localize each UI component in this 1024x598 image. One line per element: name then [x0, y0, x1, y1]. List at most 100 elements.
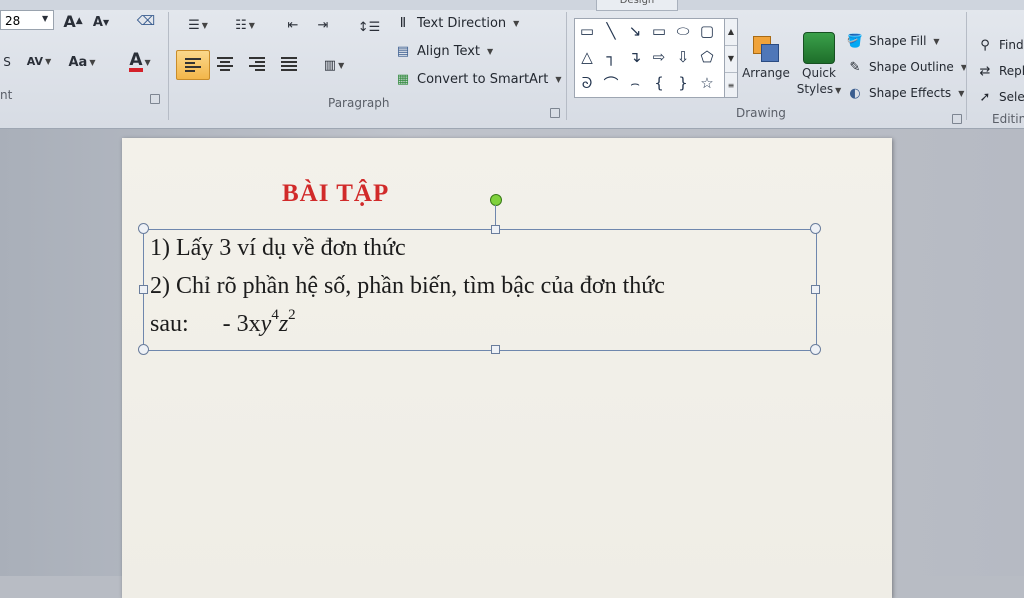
- increase-indent-button[interactable]: ⇥: [310, 14, 336, 36]
- textbox-shape-icon[interactable]: ▭: [577, 21, 597, 41]
- rotate-handle-stem: [495, 205, 496, 225]
- paint-bucket-icon: 🪣: [846, 33, 864, 49]
- shape-outline-button[interactable]: ✎ Shape Outline ▼: [846, 58, 967, 76]
- star-shape-icon[interactable]: ☆: [697, 73, 717, 93]
- chevron-down-icon: ▼: [555, 74, 562, 84]
- text-line-2[interactable]: 2) Chỉ rõ phần hệ số, phần biến, tìm bậc…: [150, 273, 665, 300]
- align-text-button[interactable]: ▤ Align Text ▼: [394, 42, 493, 60]
- replace-icon: ⇄: [979, 63, 991, 79]
- resize-handle-bottom[interactable]: [491, 345, 500, 354]
- shadow-text-button[interactable]: S: [0, 52, 14, 72]
- oval-shape-icon[interactable]: ⬭: [673, 21, 693, 41]
- quick-styles-button[interactable]: Quick Styles ▼: [796, 26, 842, 102]
- resize-handle-top-right[interactable]: [810, 223, 821, 234]
- shape-effects-button[interactable]: ◐ Shape Effects ▼: [846, 84, 964, 102]
- shape-outline-label: Shape Outline: [869, 60, 954, 74]
- character-spacing-button[interactable]: AV ▼: [22, 48, 56, 74]
- select-label: Selec: [999, 90, 1024, 104]
- cursor-icon: ➚: [979, 89, 991, 105]
- arrange-button[interactable]: Arrange: [742, 20, 790, 96]
- left-brace-shape-icon[interactable]: {: [649, 73, 669, 93]
- shape-fill-label: Shape Fill: [869, 34, 927, 48]
- right-arrow-shape-icon[interactable]: ⇨: [649, 47, 669, 67]
- shape-effects-icon: ◐: [849, 85, 861, 101]
- tab-strip: [0, 0, 1024, 10]
- chevron-down-icon[interactable]: ▼: [42, 14, 48, 23]
- rounded-rect-shape-icon[interactable]: ▢: [697, 21, 717, 41]
- resize-handle-right[interactable]: [811, 285, 820, 294]
- curve-shape-icon[interactable]: ⌒: [601, 73, 621, 93]
- replace-label: Repla: [999, 64, 1024, 78]
- scroll-down-icon[interactable]: ▼: [725, 46, 737, 73]
- tab-design[interactable]: Design: [596, 0, 678, 11]
- separator: [966, 12, 967, 120]
- styles-label: Styles: [796, 82, 834, 96]
- numbering-button[interactable]: ☷ ▼: [224, 14, 266, 36]
- line-shape-icon[interactable]: ╲: [601, 21, 621, 41]
- align-left-button[interactable]: [176, 50, 210, 80]
- text-direction-button[interactable]: Ⅱ Text Direction ▼: [394, 14, 520, 32]
- decrease-indent-button[interactable]: ⇤: [280, 14, 306, 36]
- elbow-arrow-shape-icon[interactable]: ↴: [625, 47, 645, 67]
- line3-prefix: sau:: [150, 311, 189, 337]
- columns-button[interactable]: ▥ ▼: [316, 54, 352, 76]
- ribbon: Design 28 ▼ A ▲ A ▼ ⌫ S AV ▼ Aa ▼ A ▼ nt ☰ ▼ ☷…: [0, 0, 1024, 129]
- quick-styles-icon: [803, 32, 835, 64]
- drawing-group-label: Drawing: [736, 106, 786, 120]
- elbow-connector-shape-icon[interactable]: ┐: [601, 47, 621, 67]
- align-right-button[interactable]: [244, 52, 270, 76]
- arrange-icon: [753, 36, 779, 62]
- expression-coefficient: - 3x: [222, 311, 261, 337]
- text-direction-label: Text Direction: [417, 15, 507, 31]
- expression-y: y: [260, 311, 272, 337]
- scroll-up-icon[interactable]: ▲: [725, 19, 737, 46]
- line-spacing-button[interactable]: ↕☰: [352, 14, 386, 40]
- arc-shape-icon[interactable]: ⌢: [625, 73, 645, 93]
- bullets-button[interactable]: ☰ ▼: [178, 14, 218, 36]
- shapes-gallery-scroll[interactable]: ▲ ▼ ≡: [724, 18, 738, 98]
- slide-canvas[interactable]: [122, 138, 892, 598]
- down-arrow-shape-icon[interactable]: ⇩: [673, 47, 693, 67]
- flowchart-shape-icon[interactable]: ⬠: [697, 47, 717, 67]
- arrow-line-shape-icon[interactable]: ↘: [625, 21, 645, 41]
- paragraph-dialog-launcher[interactable]: [550, 108, 560, 118]
- replace-button[interactable]: ⇄ Repla: [976, 62, 1024, 80]
- rotate-handle[interactable]: [490, 194, 502, 206]
- text-line-3[interactable]: sau: - 3xy4z2: [150, 307, 296, 338]
- select-button[interactable]: ➚ Selec: [976, 88, 1024, 106]
- gallery-more-icon[interactable]: ≡: [725, 73, 737, 99]
- triangle-shape-icon[interactable]: △: [577, 47, 597, 67]
- resize-handle-bottom-right[interactable]: [810, 344, 821, 355]
- right-brace-shape-icon[interactable]: }: [673, 73, 693, 93]
- separator: [566, 12, 567, 120]
- align-center-button[interactable]: [212, 52, 238, 76]
- resize-handle-top[interactable]: [491, 225, 500, 234]
- font-dialog-launcher[interactable]: [150, 94, 160, 104]
- font-color-button[interactable]: A ▼: [118, 48, 162, 76]
- convert-smartart-button[interactable]: ▦ Convert to SmartArt ▼: [394, 70, 562, 88]
- resize-handle-bottom-left[interactable]: [138, 344, 149, 355]
- grow-font-button[interactable]: A ▲: [62, 10, 84, 32]
- resize-handle-left[interactable]: [139, 285, 148, 294]
- paragraph-group-label: Paragraph: [328, 96, 390, 110]
- justify-button[interactable]: [276, 52, 302, 76]
- shape-fill-button[interactable]: 🪣 Shape Fill ▼: [846, 32, 940, 50]
- chevron-down-icon: ▼: [513, 18, 520, 28]
- text-line-1[interactable]: 1) Lấy 3 ví dụ về đơn thức: [150, 235, 406, 262]
- shrink-font-button[interactable]: A ▼: [92, 12, 110, 32]
- shapes-gallery[interactable]: ▭ ╲ ↘ ▭ ⬭ ▢ △ ┐ ↴ ⇨ ⇩ ⬠ ᘐ ⌒ ⌢ { } ☆: [574, 18, 726, 98]
- shape-effects-label: Shape Effects: [869, 86, 952, 100]
- expression-z: z: [278, 311, 289, 337]
- text-direction-icon: Ⅱ: [399, 15, 407, 31]
- rectangle-shape-icon[interactable]: ▭: [649, 21, 669, 41]
- pencil-icon: ✎: [849, 59, 861, 75]
- slide-title[interactable]: BÀI TẬP: [282, 180, 389, 208]
- find-label: Find: [999, 38, 1024, 52]
- find-button[interactable]: ⚲ Find: [976, 36, 1024, 54]
- drawing-dialog-launcher[interactable]: [952, 114, 962, 124]
- align-text-label: Align Text: [417, 43, 481, 59]
- resize-handle-top-left[interactable]: [138, 223, 149, 234]
- clear-formatting-button[interactable]: ⌫: [134, 10, 158, 32]
- freeform-shape-icon[interactable]: ᘐ: [577, 73, 597, 93]
- change-case-button[interactable]: Aa ▼: [64, 50, 100, 74]
